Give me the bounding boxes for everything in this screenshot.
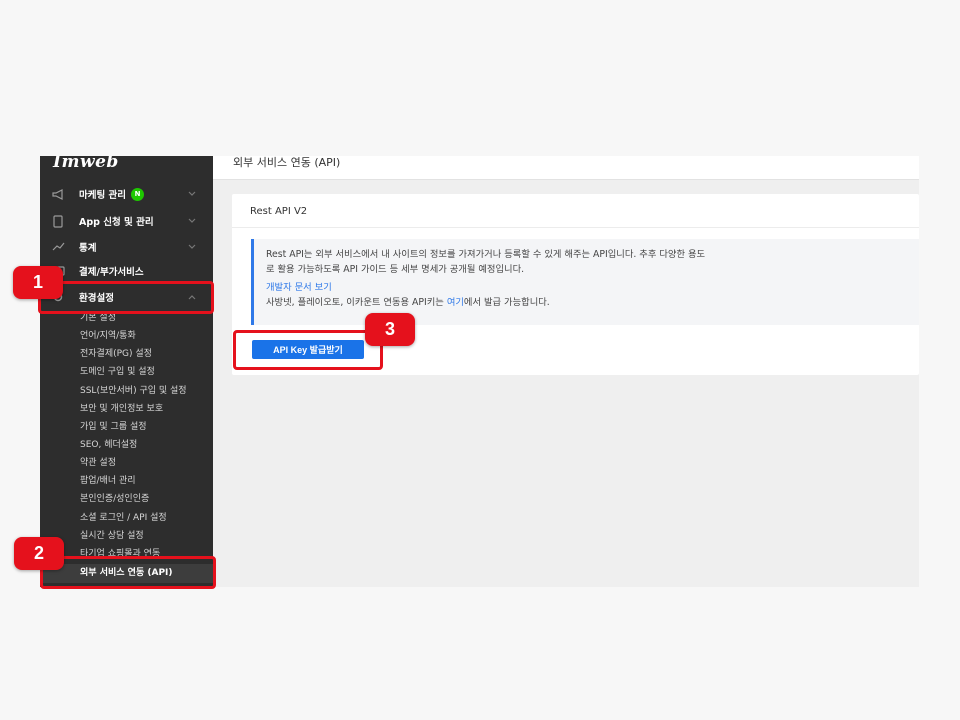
submenu-popup[interactable]: 팝업/배너 관리 [80,473,136,489]
chevron-down-icon [188,216,196,227]
sidebar-item-label: 마케팅 관리 [79,190,127,201]
callout-step-1: 1 [13,266,63,299]
info-doc-line: 개발자 문서 보기 [266,281,919,296]
info-text-line-1: Rest API는 외부 서비스에서 내 사이트의 정보를 가져가거나 등록할 … [266,249,706,260]
chevron-down-icon [188,189,196,200]
submenu-security[interactable]: 보안 및 개인정보 보호 [80,401,163,417]
submenu-domain[interactable]: 도메인 구입 및 설정 [80,364,155,380]
submenu-signup[interactable]: 가입 및 그룹 설정 [80,419,147,435]
logo: Imweb [53,156,119,172]
sidebar-item-stats[interactable]: 통계 [40,236,213,258]
info-box: Rest API는 외부 서비스에서 내 사이트의 정보를 가져가거나 등록할 … [251,239,919,325]
submenu-language[interactable]: 언어/지역/통화 [80,328,136,344]
mobile-icon [51,214,65,228]
chevron-down-icon [188,242,196,253]
submenu-ssl[interactable]: SSL(보안서버) 구입 및 설정 [80,383,187,399]
info-text-line-3: 사방넷, 플레이오토, 이카운트 연동용 API키는 여기에서 발급 가능합니다… [266,296,919,311]
sidebar-item-marketing[interactable]: 마케팅 관리 N [40,183,213,205]
admin-screen: Imweb 마케팅 관리 N App 신청 및 관리 통계 결제/부가서비스 환… [40,156,919,587]
info-text-suffix: 에서 발급 가능합니다. [463,296,550,308]
submenu-verification[interactable]: 본인인증/성인인증 [80,491,149,507]
info-text-prefix: 사방넷, 플레이오토, 이카운트 연동용 API키는 [266,296,447,308]
submenu-seo[interactable]: SEO, 헤더설정 [80,437,137,453]
megaphone-icon [51,187,65,201]
developer-docs-link[interactable]: 개발자 문서 보기 [266,282,332,293]
new-badge: N [131,187,145,201]
sidebar-item-label: 결제/부가서비스 [79,267,144,278]
sidebar: Imweb 마케팅 관리 N App 신청 및 관리 통계 결제/부가서비스 환… [40,156,213,587]
callout-highlight-external-api [40,556,216,589]
sidebar-item-payment[interactable]: 결제/부가서비스 [40,260,213,282]
callout-highlight-api-button [233,330,383,370]
page-title: 외부 서비스 연동 (API) [233,156,341,169]
submenu-social-login[interactable]: 소셜 로그인 / API 설정 [80,510,167,526]
card-divider [232,227,919,228]
submenu-live-chat[interactable]: 실시간 상담 설정 [80,528,144,544]
card-title: Rest API V2 [250,206,308,217]
chart-icon [51,240,65,254]
submenu-terms[interactable]: 약관 설정 [80,455,116,471]
main-content: 외부 서비스 연동 (API) Rest API V2 Rest API는 외부… [213,156,919,587]
sidebar-item-label: App 신청 및 관리 [79,217,154,228]
sidebar-item-label: 통계 [79,243,97,254]
content-header: 외부 서비스 연동 (API) [213,156,919,180]
here-link[interactable]: 여기 [447,297,464,308]
callout-step-2: 2 [14,537,64,570]
submenu-pg[interactable]: 전자결제(PG) 설정 [80,346,152,362]
callout-step-3: 3 [365,313,415,346]
sidebar-item-app[interactable]: App 신청 및 관리 [40,210,213,232]
info-text-line-2: 로 활용 가능하도록 API 가이드 등 세부 명세가 공개될 예정입니다. [266,263,525,275]
callout-highlight-settings [38,281,214,314]
